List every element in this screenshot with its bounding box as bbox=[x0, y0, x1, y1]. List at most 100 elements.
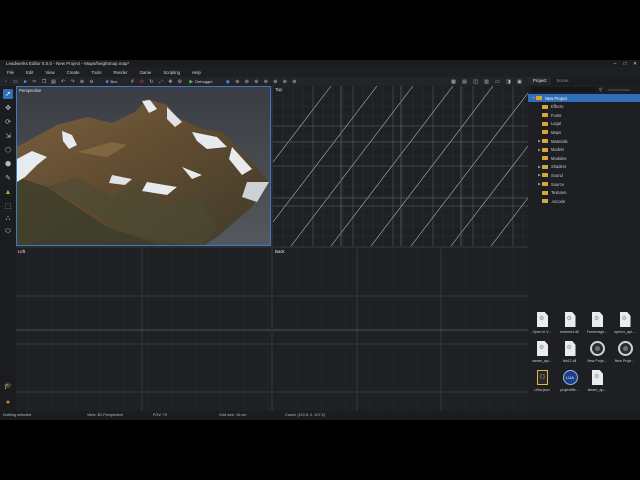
project-tree: ▼ New Project Effects Fonts Legal Maps ▶ Materi… bbox=[528, 94, 640, 230]
file-item[interactable]: ⚙ Open in V... bbox=[530, 312, 554, 344]
tree-item-label: Source bbox=[551, 181, 564, 187]
camera-icon[interactable]: ⊛ bbox=[253, 78, 260, 85]
file-item[interactable]: New Proje... bbox=[613, 341, 637, 373]
back-viewport[interactable]: Back bbox=[273, 248, 528, 411]
tab-project[interactable]: Project bbox=[528, 77, 552, 85]
top-viewport[interactable]: Top bbox=[273, 86, 528, 246]
sound-icon[interactable]: ⊛ bbox=[262, 78, 269, 85]
scale-icon[interactable]: ⤢ bbox=[157, 78, 164, 85]
brush-icon[interactable]: ⬚ bbox=[3, 201, 13, 211]
executable-icon bbox=[590, 341, 605, 358]
maximize-button[interactable]: □ bbox=[620, 61, 630, 67]
menu-file[interactable]: File bbox=[7, 70, 14, 75]
search-input[interactable] bbox=[532, 87, 596, 92]
redo-icon[interactable]: ↷ bbox=[69, 78, 76, 85]
tree-item[interactable]: ▼ New Project bbox=[528, 94, 640, 102]
menu-render[interactable]: Render bbox=[114, 70, 128, 75]
panel-right-icon[interactable]: ◨ bbox=[505, 78, 512, 85]
pivot-icon[interactable]: ✥ bbox=[167, 78, 174, 85]
settings-icon[interactable]: ⚙ bbox=[176, 78, 183, 85]
minimize-button[interactable]: – bbox=[610, 61, 620, 67]
layout-split-v-icon[interactable]: ◫ bbox=[472, 78, 479, 85]
file-item[interactable]: ⚙ FreeImage... bbox=[585, 312, 609, 344]
undo-icon[interactable]: ↶ bbox=[60, 78, 67, 85]
tree-item[interactable]: ▶ Source bbox=[528, 180, 640, 188]
file-item[interactable]: ⚙ embree4.dll bbox=[558, 312, 582, 344]
select-icon[interactable]: ➚ bbox=[3, 89, 13, 99]
left-viewport[interactable]: Left bbox=[16, 248, 271, 411]
tree-item[interactable]: ▶ Shaders bbox=[528, 163, 640, 171]
tree-item[interactable]: Textures bbox=[528, 189, 640, 197]
open-icon[interactable]: ▭ bbox=[12, 78, 19, 85]
panel-left-icon[interactable]: ▭ bbox=[494, 78, 501, 85]
terrain-icon[interactable]: ▲ bbox=[3, 187, 13, 197]
close-button[interactable]: ✕ bbox=[630, 61, 640, 67]
snap-icon[interactable]: ⊙ bbox=[138, 78, 145, 85]
tab-scene[interactable]: Scene bbox=[551, 77, 573, 85]
target-icon[interactable]: ◉ bbox=[224, 78, 231, 85]
thumbnail-size-slider[interactable] bbox=[608, 88, 631, 91]
face-icon[interactable]: ⬢ bbox=[3, 159, 13, 169]
tree-item[interactable]: ▶ Materials bbox=[528, 137, 640, 145]
rotate-icon[interactable]: ↻ bbox=[148, 78, 155, 85]
gizmo-icon[interactable]: ⊛ bbox=[234, 78, 241, 85]
cap-icon[interactable]: 🎓 bbox=[3, 381, 13, 391]
folder-icon bbox=[542, 190, 548, 195]
menu-edit[interactable]: Edit bbox=[26, 70, 33, 75]
group-icon[interactable]: ⛬ bbox=[3, 214, 13, 224]
tree-item[interactable]: Effects bbox=[528, 103, 640, 111]
tree-item[interactable]: Fonts bbox=[528, 111, 640, 119]
tree-item[interactable]: Maps bbox=[528, 128, 640, 136]
menu-scripting[interactable]: Scripting bbox=[163, 70, 180, 75]
move-icon[interactable]: ✥ bbox=[3, 103, 13, 113]
layout-quad-icon[interactable]: ▥ bbox=[483, 78, 490, 85]
zoom-out-icon[interactable]: ⊖ bbox=[88, 78, 95, 85]
menu-create[interactable]: Create bbox=[67, 70, 80, 75]
file-item[interactable]: New Proje... bbox=[585, 341, 609, 373]
tree-item[interactable]: Modules bbox=[528, 154, 640, 162]
folder-icon bbox=[542, 173, 548, 178]
save-icon[interactable]: ■ bbox=[22, 78, 29, 85]
layout-split-h-icon[interactable]: ▤ bbox=[461, 78, 468, 85]
search-icon[interactable]: ⚲ bbox=[599, 87, 602, 93]
panel-bottom-icon[interactable]: ▣ bbox=[516, 78, 523, 85]
tree-item[interactable]: Legal bbox=[528, 120, 640, 128]
object-type-select[interactable]: ■ Box bbox=[98, 78, 120, 85]
file-item[interactable]: ⚙ steam_ap... bbox=[585, 370, 609, 402]
new-icon[interactable]: ▫ bbox=[3, 78, 10, 85]
copy-icon[interactable]: ❐ bbox=[41, 78, 48, 85]
tree-item[interactable]: ▶ Sound bbox=[528, 171, 640, 179]
folder-icon bbox=[542, 121, 548, 126]
json-file-icon: { } bbox=[536, 370, 549, 387]
cut-icon[interactable]: ✂ bbox=[31, 78, 38, 85]
grid-icon[interactable]: # bbox=[129, 78, 136, 85]
run-button[interactable]: ▶ Debugger bbox=[186, 78, 215, 85]
menu-view[interactable]: View bbox=[45, 70, 54, 75]
paste-icon[interactable]: ▤ bbox=[50, 78, 57, 85]
tree-item[interactable]: .vscode bbox=[528, 197, 640, 205]
zoom-in-icon[interactable]: ⊕ bbox=[79, 78, 86, 85]
navmesh-icon[interactable]: ⊛ bbox=[281, 78, 288, 85]
paint-icon[interactable]: ✎ bbox=[3, 173, 13, 183]
avatar-icon[interactable]: ● bbox=[3, 397, 13, 407]
file-item[interactable]: ⚙ tbb12.dll bbox=[558, 341, 582, 373]
decal-icon[interactable]: ⬭ bbox=[3, 227, 13, 237]
physics-icon[interactable]: ⊛ bbox=[291, 78, 298, 85]
file-icon: ⚙ bbox=[591, 312, 604, 329]
file-icon: ⚙ bbox=[564, 312, 577, 329]
menu-tools[interactable]: Tools bbox=[92, 70, 102, 75]
file-item[interactable]: { } Ultra.json bbox=[530, 370, 554, 402]
rotate-tool-icon[interactable]: ⟳ bbox=[3, 117, 13, 127]
scale-tool-icon[interactable]: ⇲ bbox=[3, 131, 13, 141]
file-item[interactable]: LUA projectfile... bbox=[558, 370, 582, 402]
vertex-icon[interactable]: ⬡ bbox=[3, 145, 13, 155]
tree-item[interactable]: ▶ Models bbox=[528, 146, 640, 154]
light-icon[interactable]: ⊛ bbox=[243, 78, 250, 85]
perspective-viewport[interactable]: Perspective bbox=[16, 86, 271, 246]
menu-game[interactable]: Game bbox=[140, 70, 152, 75]
menu-help[interactable]: Help bbox=[192, 70, 201, 75]
particle-icon[interactable]: ⊛ bbox=[272, 78, 279, 85]
file-item[interactable]: ⚙ openvr_api... bbox=[613, 312, 637, 344]
file-item[interactable]: ⚙ steam_api... bbox=[530, 341, 554, 373]
layout-single-icon[interactable]: ▦ bbox=[450, 78, 457, 85]
